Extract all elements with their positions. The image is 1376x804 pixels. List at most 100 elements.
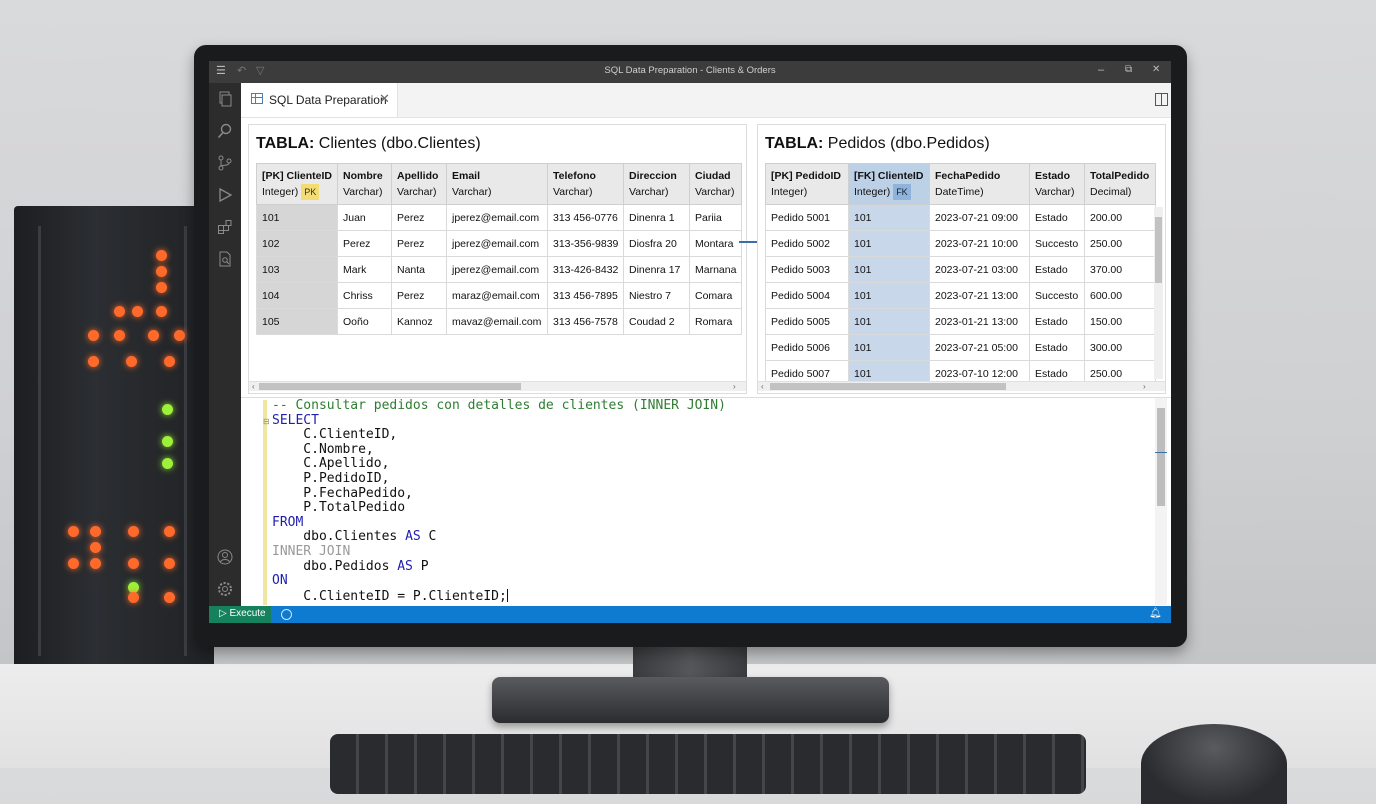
table-cell[interactable]: 313 456-7895 (547, 282, 624, 309)
execute-button[interactable]: ▷ Execute (209, 606, 271, 623)
minimize-button[interactable]: – (1098, 64, 1104, 76)
table-cell[interactable]: 105 (256, 308, 338, 335)
table-cell[interactable]: Pedido 5003 (765, 256, 849, 283)
table-cell[interactable]: Succesto (1029, 282, 1085, 309)
column-header[interactable]: [FK] ClienteID Integer) FK (848, 163, 930, 205)
account-icon[interactable] (217, 549, 233, 565)
table-row[interactable]: 103 Mark Nanta jperez@email.com 313-426-8432… (256, 256, 742, 283)
close-window-button[interactable]: ✕ (1152, 64, 1160, 75)
table-row[interactable]: Pedido 5002 101 2023-07-21 10:00 Succesto 25… (765, 230, 1156, 257)
table-cell[interactable]: Dinenra 17 (623, 256, 690, 283)
code-line[interactable]: P.TotalPedido (272, 500, 726, 516)
code-line[interactable]: -- Consultar pedidos con detalles de cli… (272, 398, 726, 414)
fold-toggle-icon[interactable]: ⊟ (263, 417, 270, 426)
table-cell[interactable]: jperez@email.com (446, 230, 548, 257)
code-line[interactable]: P.FechaPedido, (272, 486, 726, 502)
table-cell[interactable]: Pariia (689, 204, 742, 231)
column-header[interactable]: [PK] PedidoID Integer) (765, 163, 849, 205)
table-row[interactable]: Pedido 5006 101 2023-07-21 05:00 Estado 300.… (765, 334, 1156, 361)
scroll-left-icon[interactable]: ‹ (252, 382, 255, 391)
table-cell[interactable]: 370.00 (1084, 256, 1156, 283)
table-cell[interactable]: Pedido 5006 (765, 334, 849, 361)
table-cell[interactable]: Juan (337, 204, 392, 231)
table-cell[interactable]: 101 (848, 282, 930, 309)
scrollbar-thumb[interactable] (770, 383, 1006, 390)
table-cell[interactable]: Estado (1029, 334, 1085, 361)
table-row[interactable]: 104 Chriss Perez maraz@email.com 313 456-789… (256, 282, 742, 309)
table-cell[interactable]: Estado (1029, 308, 1085, 335)
table-cell[interactable]: 101 (848, 256, 930, 283)
column-header[interactable]: Telefono Varchar) (547, 163, 624, 205)
table-cell[interactable]: 300.00 (1084, 334, 1156, 361)
code-line[interactable]: C.Apellido, (272, 457, 726, 472)
table-cell[interactable]: Niestro 7 (623, 282, 690, 309)
table-cell[interactable]: Succesto (1029, 230, 1085, 257)
scrollbar-thumb[interactable] (1157, 408, 1165, 506)
table-cell[interactable]: Estado (1029, 256, 1085, 283)
table-cell[interactable]: Ooño (337, 308, 392, 335)
tab-sql-data-preparation[interactable]: SQL Data Preparation ✕ (241, 83, 398, 117)
table-cell[interactable]: Pedido 5004 (765, 282, 849, 309)
column-header[interactable]: Apellido Varchar) (391, 163, 447, 205)
table-row[interactable]: 105 Ooño Kannoz mavaz@email.com 313 456-7578… (256, 308, 742, 335)
report-icon[interactable] (217, 251, 233, 267)
table-cell[interactable]: Perez (391, 230, 447, 257)
table-cell[interactable]: 2023-07-21 13:00 (929, 282, 1030, 309)
table-cell[interactable]: 101 (848, 334, 930, 361)
editor-vertical-scrollbar[interactable] (1155, 398, 1167, 605)
extensions-icon[interactable] (217, 219, 233, 235)
code-line[interactable]: C.ClienteID, (272, 427, 726, 443)
sql-editor[interactable]: ⊟ -- Consultar pedidos con detalles de c… (241, 397, 1171, 607)
table-cell[interactable]: 313-426-8432 (547, 256, 624, 283)
table-cell[interactable]: 313-356-9839 (547, 230, 624, 257)
table-cell[interactable]: 101 (848, 204, 930, 231)
table-cell[interactable]: 2023-07-21 03:00 (929, 256, 1030, 283)
table-cell[interactable]: 200.00 (1084, 204, 1156, 231)
clientes-horizontal-scrollbar[interactable]: ‹ › (249, 381, 746, 391)
code-line[interactable]: P.PedidoID, (272, 471, 726, 487)
column-header[interactable]: Direccion Varchar) (623, 163, 690, 205)
table-cell[interactable]: Montara (689, 230, 742, 257)
table-row[interactable]: 102 Perez Perez jperez@email.com 313-356-983… (256, 230, 742, 257)
scroll-left-icon[interactable]: ‹ (761, 382, 764, 391)
table-cell[interactable]: 103 (256, 256, 338, 283)
table-cell[interactable]: 2023-07-21 05:00 (929, 334, 1030, 361)
table-row[interactable]: Pedido 5004 101 2023-07-21 13:00 Succesto 60… (765, 282, 1156, 309)
code-line[interactable]: dbo.Clientes AS C (272, 530, 726, 545)
table-cell[interactable]: 313 456-7578 (547, 308, 624, 335)
table-cell[interactable]: Marnana (689, 256, 742, 283)
table-cell[interactable]: 101 (848, 230, 930, 257)
table-cell[interactable]: 2023-01-21 13:00 (929, 308, 1030, 335)
column-header[interactable]: [PK] ClienteID Integer) PK (256, 163, 338, 205)
scrollbar-thumb[interactable] (1155, 217, 1162, 283)
table-cell[interactable]: mavaz@email.com (446, 308, 548, 335)
table-cell[interactable]: 250.00 (1084, 230, 1156, 257)
table-row[interactable]: 101 Juan Perez jperez@email.com 313 456-0776… (256, 204, 742, 231)
table-row[interactable]: Pedido 5001 101 2023-07-21 09:00 Estado 200.… (765, 204, 1156, 231)
column-header[interactable]: Estado Varchar) (1029, 163, 1085, 205)
sql-code[interactable]: -- Consultar pedidos con detalles de cli… (272, 398, 726, 604)
table-cell[interactable]: Coudad 2 (623, 308, 690, 335)
feedback-smiley-icon[interactable] (281, 609, 292, 620)
pedidos-horizontal-scrollbar[interactable]: ‹ › (758, 381, 1165, 391)
code-line[interactable]: dbo.Pedidos AS P (272, 559, 726, 575)
table-row[interactable]: Pedido 5005 101 2023-01-21 13:00 Estado 150.… (765, 308, 1156, 335)
restore-button[interactable]: ⧉ (1125, 64, 1132, 75)
table-cell[interactable]: Romara (689, 308, 742, 335)
table-cell[interactable]: Nanta (391, 256, 447, 283)
table-cell[interactable]: Perez (391, 282, 447, 309)
table-cell[interactable]: 600.00 (1084, 282, 1156, 309)
column-header[interactable]: Ciudad Varchar) (689, 163, 742, 205)
table-cell[interactable]: Pedido 5002 (765, 230, 849, 257)
table-cell[interactable]: jperez@email.com (446, 204, 548, 231)
table-cell[interactable]: 150.00 (1084, 308, 1156, 335)
table-cell[interactable]: Pedido 5001 (765, 204, 849, 231)
table-cell[interactable]: 101 (848, 308, 930, 335)
table-cell[interactable]: Diosfra 20 (623, 230, 690, 257)
table-row[interactable]: Pedido 5003 101 2023-07-21 03:00 Estado 370.… (765, 256, 1156, 283)
table-cell[interactable]: 2023-07-21 10:00 (929, 230, 1030, 257)
table-cell[interactable]: jperez@email.com (446, 256, 548, 283)
code-line[interactable]: SELECT (272, 413, 726, 429)
table-cell[interactable]: 102 (256, 230, 338, 257)
code-line[interactable]: ON (272, 573, 726, 589)
